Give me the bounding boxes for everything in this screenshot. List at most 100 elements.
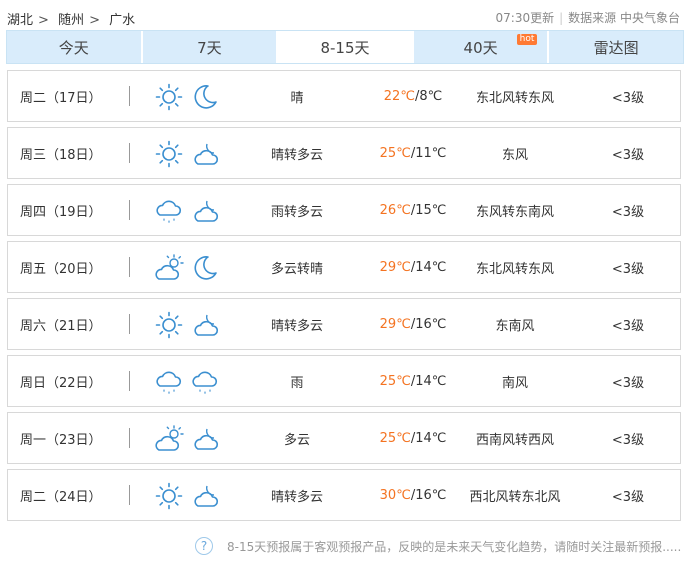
temperature-range: 26℃/15℃ <box>368 203 458 218</box>
tab-label: 雷达图 <box>593 38 639 57</box>
wind-direction: 西北风转东北风 <box>469 489 561 505</box>
forecast-date: 周二（24日） <box>20 489 102 505</box>
breadcrumb: 湖北 > 随州 > 广水 <box>7 9 140 28</box>
weather-condition: 雨转多云 <box>270 204 323 220</box>
breadcrumb-separator: > <box>89 13 100 28</box>
partly-cloudy-icon <box>154 424 184 454</box>
divider <box>129 143 130 163</box>
forecast-note: ? 8-15天预报属于客观预报产品，反映的是未来天气变化趋势，请随时关注最新预报… <box>195 537 681 555</box>
tab-label: 今天 <box>58 38 89 57</box>
weather-condition: 雨 <box>290 375 304 391</box>
high-temp: 30℃ <box>379 487 411 503</box>
high-temp: 25℃ <box>379 145 411 161</box>
help-icon[interactable]: ? <box>195 537 213 555</box>
divider <box>129 314 130 334</box>
low-temp: /14℃ <box>410 430 447 446</box>
divider <box>129 200 130 220</box>
breadcrumb-separator: > <box>38 13 49 28</box>
temperature-range: 30℃/16℃ <box>368 488 458 503</box>
wind-direction: 南风 <box>501 375 528 391</box>
cloudy-night-icon <box>190 481 220 511</box>
forecast-date: 周日（22日） <box>20 375 102 391</box>
wind-direction: 东北风转东风 <box>475 90 554 106</box>
divider <box>129 86 130 106</box>
divider <box>129 371 130 391</box>
wind-level: <3级 <box>611 318 645 334</box>
update-meta: 07:30更新 | 数据来源 中央气象台 <box>495 11 680 25</box>
temperature-range: 25℃/11℃ <box>368 146 458 161</box>
moon-icon <box>190 82 220 112</box>
forecast-date: 周一（23日） <box>20 432 102 448</box>
tab-7-days[interactable]: 7天 <box>142 31 279 63</box>
forecast-date: 周四（19日） <box>20 204 102 220</box>
weather-icons <box>154 367 220 397</box>
rain-icon <box>154 367 184 397</box>
temperature-range: 22℃/8℃ <box>368 89 458 104</box>
tab-8-15-days[interactable]: 8-15天 <box>278 31 414 63</box>
cloudy-night-icon <box>190 196 220 226</box>
weather-condition: 晴转多云 <box>270 489 323 505</box>
moon-icon <box>190 253 220 283</box>
forecast-date: 周二（17日） <box>20 90 102 106</box>
low-temp: /16℃ <box>410 316 447 332</box>
wind-direction: 东北风转东风 <box>475 261 554 277</box>
temperature-range: 25℃/14℃ <box>368 374 458 389</box>
breadcrumb-city[interactable]: 随州 <box>58 13 84 28</box>
update-time: 07:30更新 <box>495 11 555 25</box>
low-temp: /15℃ <box>410 202 447 218</box>
high-temp: 25℃ <box>379 373 411 389</box>
low-temp: /11℃ <box>410 145 447 161</box>
divider <box>129 485 130 505</box>
tab-40-days[interactable]: 40天 hot <box>413 31 550 63</box>
forecast-row: 周二（17日） 晴 22℃/8℃ 东北风转东风 <3级 <box>7 70 681 122</box>
top-bar: 湖北 > 随州 > 广水 07:30更新 | 数据来源 中央气象台 <box>0 0 690 30</box>
high-temp: 22℃ <box>383 88 415 104</box>
low-temp: /14℃ <box>410 259 447 275</box>
forecast-row: 周六（21日） 晴转多云 29℃/16℃ 东南风 <3级 <box>7 298 681 350</box>
cloudy-night-icon <box>190 310 220 340</box>
weather-condition: 多云 <box>283 432 310 448</box>
weather-icons <box>154 139 220 169</box>
low-temp: /14℃ <box>410 373 447 389</box>
tab-label: 40天 <box>463 38 498 57</box>
temperature-range: 29℃/16℃ <box>368 317 458 332</box>
forecast-row: 周一（23日） 多云 25℃/14℃ 西南风转西风 <3级 <box>7 412 681 464</box>
wind-direction: 东风 <box>501 147 528 163</box>
rain-icon <box>190 367 220 397</box>
wind-direction: 东风转东南风 <box>475 204 554 220</box>
high-temp: 26℃ <box>379 202 411 218</box>
temperature-range: 25℃/14℃ <box>368 431 458 446</box>
hot-badge: hot <box>516 34 538 45</box>
tab-label: 8-15天 <box>320 38 370 57</box>
breadcrumb-province[interactable]: 湖北 <box>7 13 33 28</box>
forecast-row: 周三（18日） 晴转多云 25℃/11℃ 东风 <3级 <box>7 127 681 179</box>
temperature-range: 29℃/14℃ <box>368 260 458 275</box>
weather-icons <box>154 424 220 454</box>
sun-icon <box>154 310 184 340</box>
tab-today[interactable]: 今天 <box>7 31 143 63</box>
weather-icons <box>154 82 220 112</box>
rain-icon <box>154 196 184 226</box>
forecast-date: 周五（20日） <box>20 261 102 277</box>
tab-radar[interactable]: 雷达图 <box>549 31 683 63</box>
weather-condition: 晴转多云 <box>270 318 323 334</box>
weather-condition: 多云转晴 <box>270 261 323 277</box>
wind-direction: 西南风转西风 <box>475 432 554 448</box>
forecast-list: 周二（17日） 晴 22℃/8℃ 东北风转东风 <3级 周三（18日） 晴转多云… <box>7 70 681 526</box>
tab-label: 7天 <box>197 38 222 57</box>
weather-condition: 晴 <box>290 90 304 106</box>
high-temp: 25℃ <box>379 430 411 446</box>
weather-condition: 晴转多云 <box>270 147 323 163</box>
sun-icon <box>154 139 184 169</box>
low-temp: /16℃ <box>410 487 447 503</box>
wind-level: <3级 <box>611 375 645 391</box>
wind-level: <3级 <box>611 204 645 220</box>
cloudy-night-icon <box>190 424 220 454</box>
forecast-tabs: 今天 7天 8-15天 40天 hot 雷达图 <box>6 30 684 64</box>
forecast-row: 周四（19日） 雨转多云 26℃/15℃ 东风转东南风 <3级 <box>7 184 681 236</box>
forecast-row: 周日（22日） 雨 25℃/14℃ 南风 <3级 <box>7 355 681 407</box>
partly-cloudy-icon <box>154 253 184 283</box>
high-temp: 29℃ <box>379 316 411 332</box>
forecast-row: 周五（20日） 多云转晴 29℃/14℃ 东北风转东风 <3级 <box>7 241 681 293</box>
breadcrumb-district[interactable]: 广水 <box>109 13 135 28</box>
